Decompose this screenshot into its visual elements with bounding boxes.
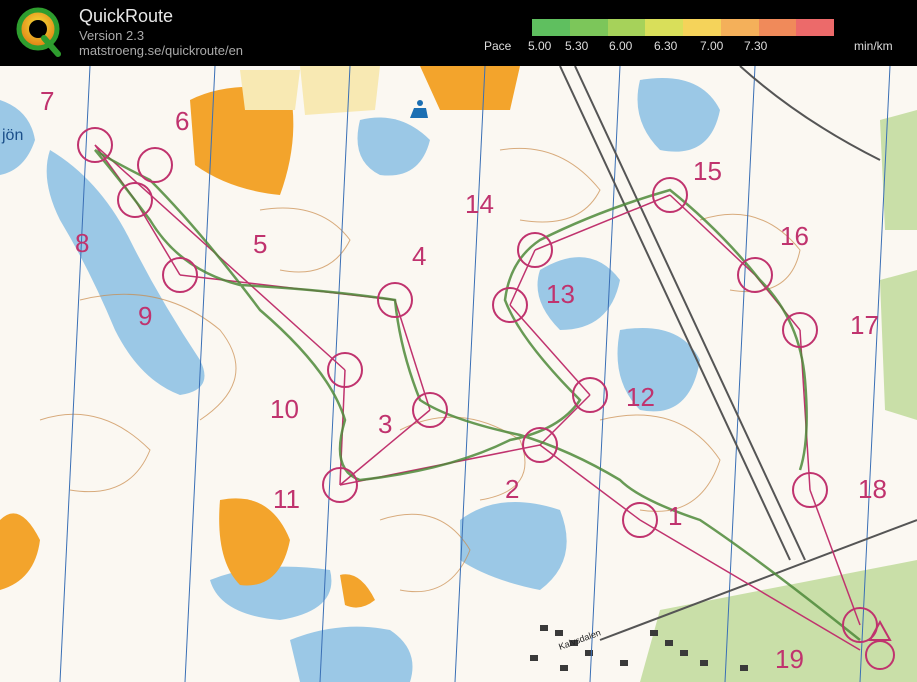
control-number: 3 [378, 409, 392, 439]
control-number: 2 [505, 474, 519, 504]
control-number: 9 [138, 301, 152, 331]
pace-color-segment [758, 19, 797, 36]
pace-tick: 5.30 [565, 39, 589, 53]
orienteering-map[interactable]: 1 2 3 4 5 6 7 8 9 10 11 12 13 14 15 16 1… [0, 66, 917, 682]
pace-color-segment [532, 19, 570, 36]
control-number: 6 [175, 106, 189, 136]
control-number: 10 [270, 394, 299, 424]
app-header: QuickRoute Version 2.3 matstroeng.se/qui… [0, 0, 917, 66]
control-number: 16 [780, 221, 809, 251]
pace-tick: 6.00 [609, 39, 633, 53]
pace-color-segment [683, 19, 721, 36]
pace-color-segment [720, 19, 759, 36]
pace-color-segment [607, 19, 646, 36]
pace-tick: 7.30 [744, 39, 768, 53]
control-number: 15 [693, 156, 722, 186]
pace-tick: 5.00 [528, 39, 552, 53]
control-number: 8 [75, 228, 89, 258]
pace-unit: min/km [854, 39, 893, 53]
control-number: 14 [465, 189, 494, 219]
control-number: 11 [273, 484, 300, 514]
quickroute-logo-icon [16, 7, 61, 57]
control-number: 5 [253, 229, 267, 259]
app-title: QuickRoute [79, 6, 174, 26]
control-number: 7 [40, 86, 54, 116]
control-number: 4 [412, 241, 426, 271]
semi-open-areas [240, 66, 380, 115]
pace-color-segment [645, 19, 683, 36]
pace-tick: 7.00 [700, 39, 724, 53]
app-url[interactable]: matstroeng.se/quickroute/en [79, 43, 243, 58]
place-label: jön [1, 127, 23, 144]
pace-tick: 6.30 [654, 39, 678, 53]
app-version: Version 2.3 [79, 28, 145, 43]
control-number: 17 [850, 310, 879, 340]
control-number: 19 [775, 644, 804, 674]
control-number: 1 [668, 501, 682, 531]
pace-color-segment [796, 19, 834, 36]
pace-color-scale [532, 19, 834, 36]
pace-label: Pace [484, 39, 512, 53]
control-number: 13 [546, 279, 575, 309]
control-number: 18 [858, 474, 887, 504]
pace-color-segment [569, 19, 608, 36]
control-number: 12 [626, 382, 655, 412]
